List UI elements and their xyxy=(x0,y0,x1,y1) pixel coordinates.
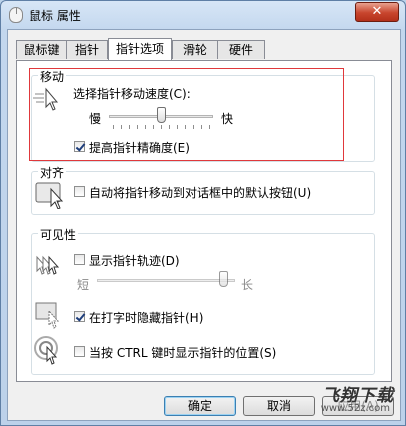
speed-label: 选择指针移动速度(C): xyxy=(73,87,191,101)
cancel-button[interactable]: 取消 xyxy=(243,396,315,416)
tick xyxy=(201,125,202,129)
trails-slider-track[interactable] xyxy=(97,279,235,282)
dialog-client: 鼠标键 指针 指针选项 滑轮 硬件 移动 选择指针移动速度(C): 慢 快 提高… xyxy=(7,29,401,421)
pointer-trails-icon xyxy=(36,255,60,275)
close-button[interactable]: ✕ xyxy=(355,2,399,22)
mouse-icon xyxy=(9,7,23,23)
hide-typing-checkbox[interactable] xyxy=(74,311,85,322)
long-label: 长 xyxy=(241,278,254,292)
watermark-logo: 飞翔下载 www.52z.com xyxy=(314,381,394,419)
slow-label: 慢 xyxy=(89,112,102,126)
tick xyxy=(121,125,122,129)
ctrl-checkbox[interactable] xyxy=(74,346,85,357)
snap-to-icon xyxy=(35,182,64,209)
motion-group-title: 移动 xyxy=(38,68,67,85)
precision-checkbox[interactable] xyxy=(74,141,85,152)
mouse-properties-window: 鼠标 属性 ✕ 鼠标键 指针 指针选项 滑轮 硬件 移动 选择指针移动速度(C)… xyxy=(0,0,406,426)
tick xyxy=(177,125,178,129)
tick xyxy=(113,125,114,129)
hide-typing-label[interactable]: 在打字时隐藏指针(H) xyxy=(89,309,203,326)
pointer-speed-icon xyxy=(33,87,59,111)
fast-label: 快 xyxy=(221,112,234,126)
tab-hardware[interactable]: 硬件 xyxy=(217,40,265,59)
snap-checkbox[interactable] xyxy=(74,186,85,197)
tab-wheel[interactable]: 滑轮 xyxy=(172,40,218,59)
pointer-options-panel: 移动 选择指针移动速度(C): 慢 快 提高指针精确度(E) 对齐 自动将指针移… xyxy=(16,60,392,382)
tick xyxy=(185,125,186,129)
tick xyxy=(161,125,162,129)
tick xyxy=(153,125,154,129)
tab-buttons[interactable]: 鼠标键 xyxy=(16,40,67,59)
ok-button[interactable]: 确定 xyxy=(164,396,236,416)
tick xyxy=(209,125,210,129)
hide-while-typing-icon xyxy=(35,302,60,329)
trails-slider-thumb[interactable] xyxy=(219,271,228,287)
trails-label[interactable]: 显示指针轨迹(D) xyxy=(89,252,180,269)
ctrl-label[interactable]: 当按 CTRL 键时显示指针的位置(S) xyxy=(89,344,276,361)
tick xyxy=(193,125,194,129)
short-label: 短 xyxy=(77,278,90,292)
tick xyxy=(137,125,138,129)
tab-pointers[interactable]: 指针 xyxy=(66,40,108,59)
title-bar[interactable]: 鼠标 属性 ✕ xyxy=(1,1,405,29)
watermark-url: www.52z.com xyxy=(320,403,390,414)
tab-pointer-options[interactable]: 指针选项 xyxy=(108,38,172,60)
trails-checkbox[interactable] xyxy=(74,254,85,265)
snap-label[interactable]: 自动将指针移动到对话框中的默认按钮(U) xyxy=(89,184,311,201)
visibility-group-title: 可见性 xyxy=(38,226,79,243)
window-title: 鼠标 属性 xyxy=(29,9,81,23)
tick xyxy=(169,125,170,129)
tick xyxy=(145,125,146,129)
ctrl-locate-icon xyxy=(34,336,58,365)
tick xyxy=(129,125,130,129)
precision-label[interactable]: 提高指针精确度(E) xyxy=(89,139,190,156)
speed-slider-thumb[interactable] xyxy=(157,107,166,123)
